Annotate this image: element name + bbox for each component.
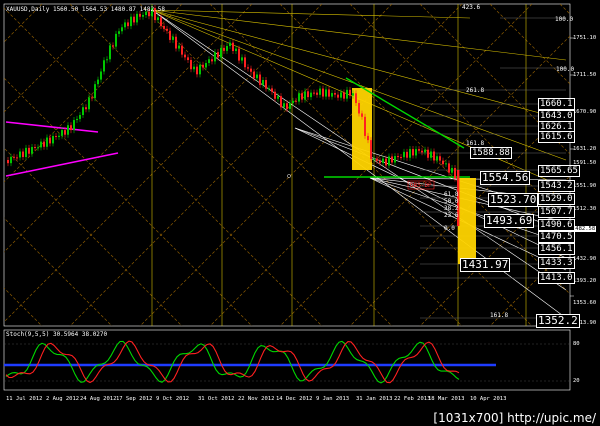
- price-axis-label: 1711.50: [573, 72, 597, 78]
- level-box-right: 1470.5: [538, 231, 575, 243]
- magenta-trend-upper: [5, 121, 99, 133]
- price-axis-label: 1432.90: [573, 256, 597, 262]
- image-host-footer: [1031x700] http://upic.me/: [433, 411, 596, 425]
- level-box: 1431.97: [460, 258, 511, 272]
- date-label: 18 Mar 2013: [428, 396, 465, 402]
- date-label: 9 Oct 2012: [156, 396, 190, 402]
- fib-label: 38.2: [444, 205, 459, 212]
- price-pane-border: [3, 3, 571, 327]
- level-box: 1493.69: [484, 214, 535, 228]
- price-axis-label: 1353.60: [573, 300, 597, 306]
- date-label: 22 Nov 2012: [238, 396, 275, 402]
- level-box-right: 1507.7: [538, 206, 575, 218]
- level-box-right: 1433.3: [538, 257, 575, 269]
- level-box-right: 1660.1: [538, 98, 575, 110]
- fib-label: 61.8: [444, 191, 459, 198]
- level-box-right: 1543.2: [538, 180, 575, 192]
- fib-label: 100.0: [556, 66, 575, 73]
- price-axis-label: 1670.90: [573, 109, 597, 115]
- date-label: 10 Apr 2013: [470, 396, 507, 402]
- chart-window[interactable]: XAUUSD,Daily 1560.50 1564.53 1480.87 148…: [0, 0, 600, 426]
- date-label: 2 Aug 2012: [46, 396, 80, 402]
- level-box-right: 1413.0: [538, 272, 575, 284]
- fib-label: 0.0: [444, 225, 455, 232]
- price-axis-label: 1393.20: [573, 278, 597, 284]
- stoch-main-line: [5, 340, 460, 384]
- fib-label: 161.8: [466, 140, 485, 147]
- fib-label: 423.6: [462, 4, 481, 11]
- stoch-header: Stoch(9,5,5) 30.5964 38.0270: [6, 331, 108, 338]
- gann-grid: [4, 4, 570, 326]
- date-label: 24 Aug 2012: [80, 396, 117, 402]
- level-box-right: 1529.0: [538, 193, 575, 205]
- price-axis-label: 1512.30: [573, 206, 597, 212]
- stoch-axis-label: 80: [573, 341, 580, 347]
- stoch-axis-label: 20: [573, 378, 580, 384]
- price-axis-label: 1751.10: [573, 35, 597, 41]
- level-box: 1523.70: [488, 193, 539, 207]
- price-axis-label: 1551.90: [573, 183, 597, 189]
- level-box: 1352.2: [536, 314, 580, 328]
- level-box-right: 1490.6: [538, 219, 575, 231]
- fib-time-lines: [151, 4, 527, 326]
- fib-label: 50.0: [444, 198, 459, 205]
- level-box-right: 1565.65: [538, 165, 580, 177]
- symbol-header: XAUUSD,Daily 1560.50 1564.53 1480.87 148…: [6, 6, 165, 13]
- level-box-right: 1456.1: [538, 243, 575, 255]
- fib-label: 23.6: [444, 212, 459, 219]
- date-label: 22 Feb 2013: [394, 396, 431, 402]
- date-label: 9 Jan 2013: [316, 396, 350, 402]
- fib-label: 261.8: [466, 87, 485, 94]
- price-chart[interactable]: [0, 0, 600, 426]
- price-axis-label: 1631.20: [573, 146, 597, 152]
- level-box-right: 1615.6: [538, 131, 575, 143]
- fib-label: 161.8: [490, 312, 509, 319]
- date-label: 11 Jul 2012: [6, 396, 43, 402]
- current-price-label: 1482.58: [571, 226, 597, 232]
- date-label: 31 Oct 2012: [198, 396, 235, 402]
- date-label: 14 Dec 2012: [276, 396, 313, 402]
- date-label: 17 Sep 2012: [116, 396, 153, 402]
- stoch-signal-line: [5, 340, 460, 384]
- level-box: 1554.56: [480, 171, 531, 185]
- fib-label: 100.0: [555, 16, 574, 23]
- date-label: 31 Jan 2013: [356, 396, 393, 402]
- yellow-zone-2: [458, 178, 476, 264]
- red-label: DB5-DP: [410, 182, 432, 189]
- level-box-right: 1588.88: [470, 147, 512, 159]
